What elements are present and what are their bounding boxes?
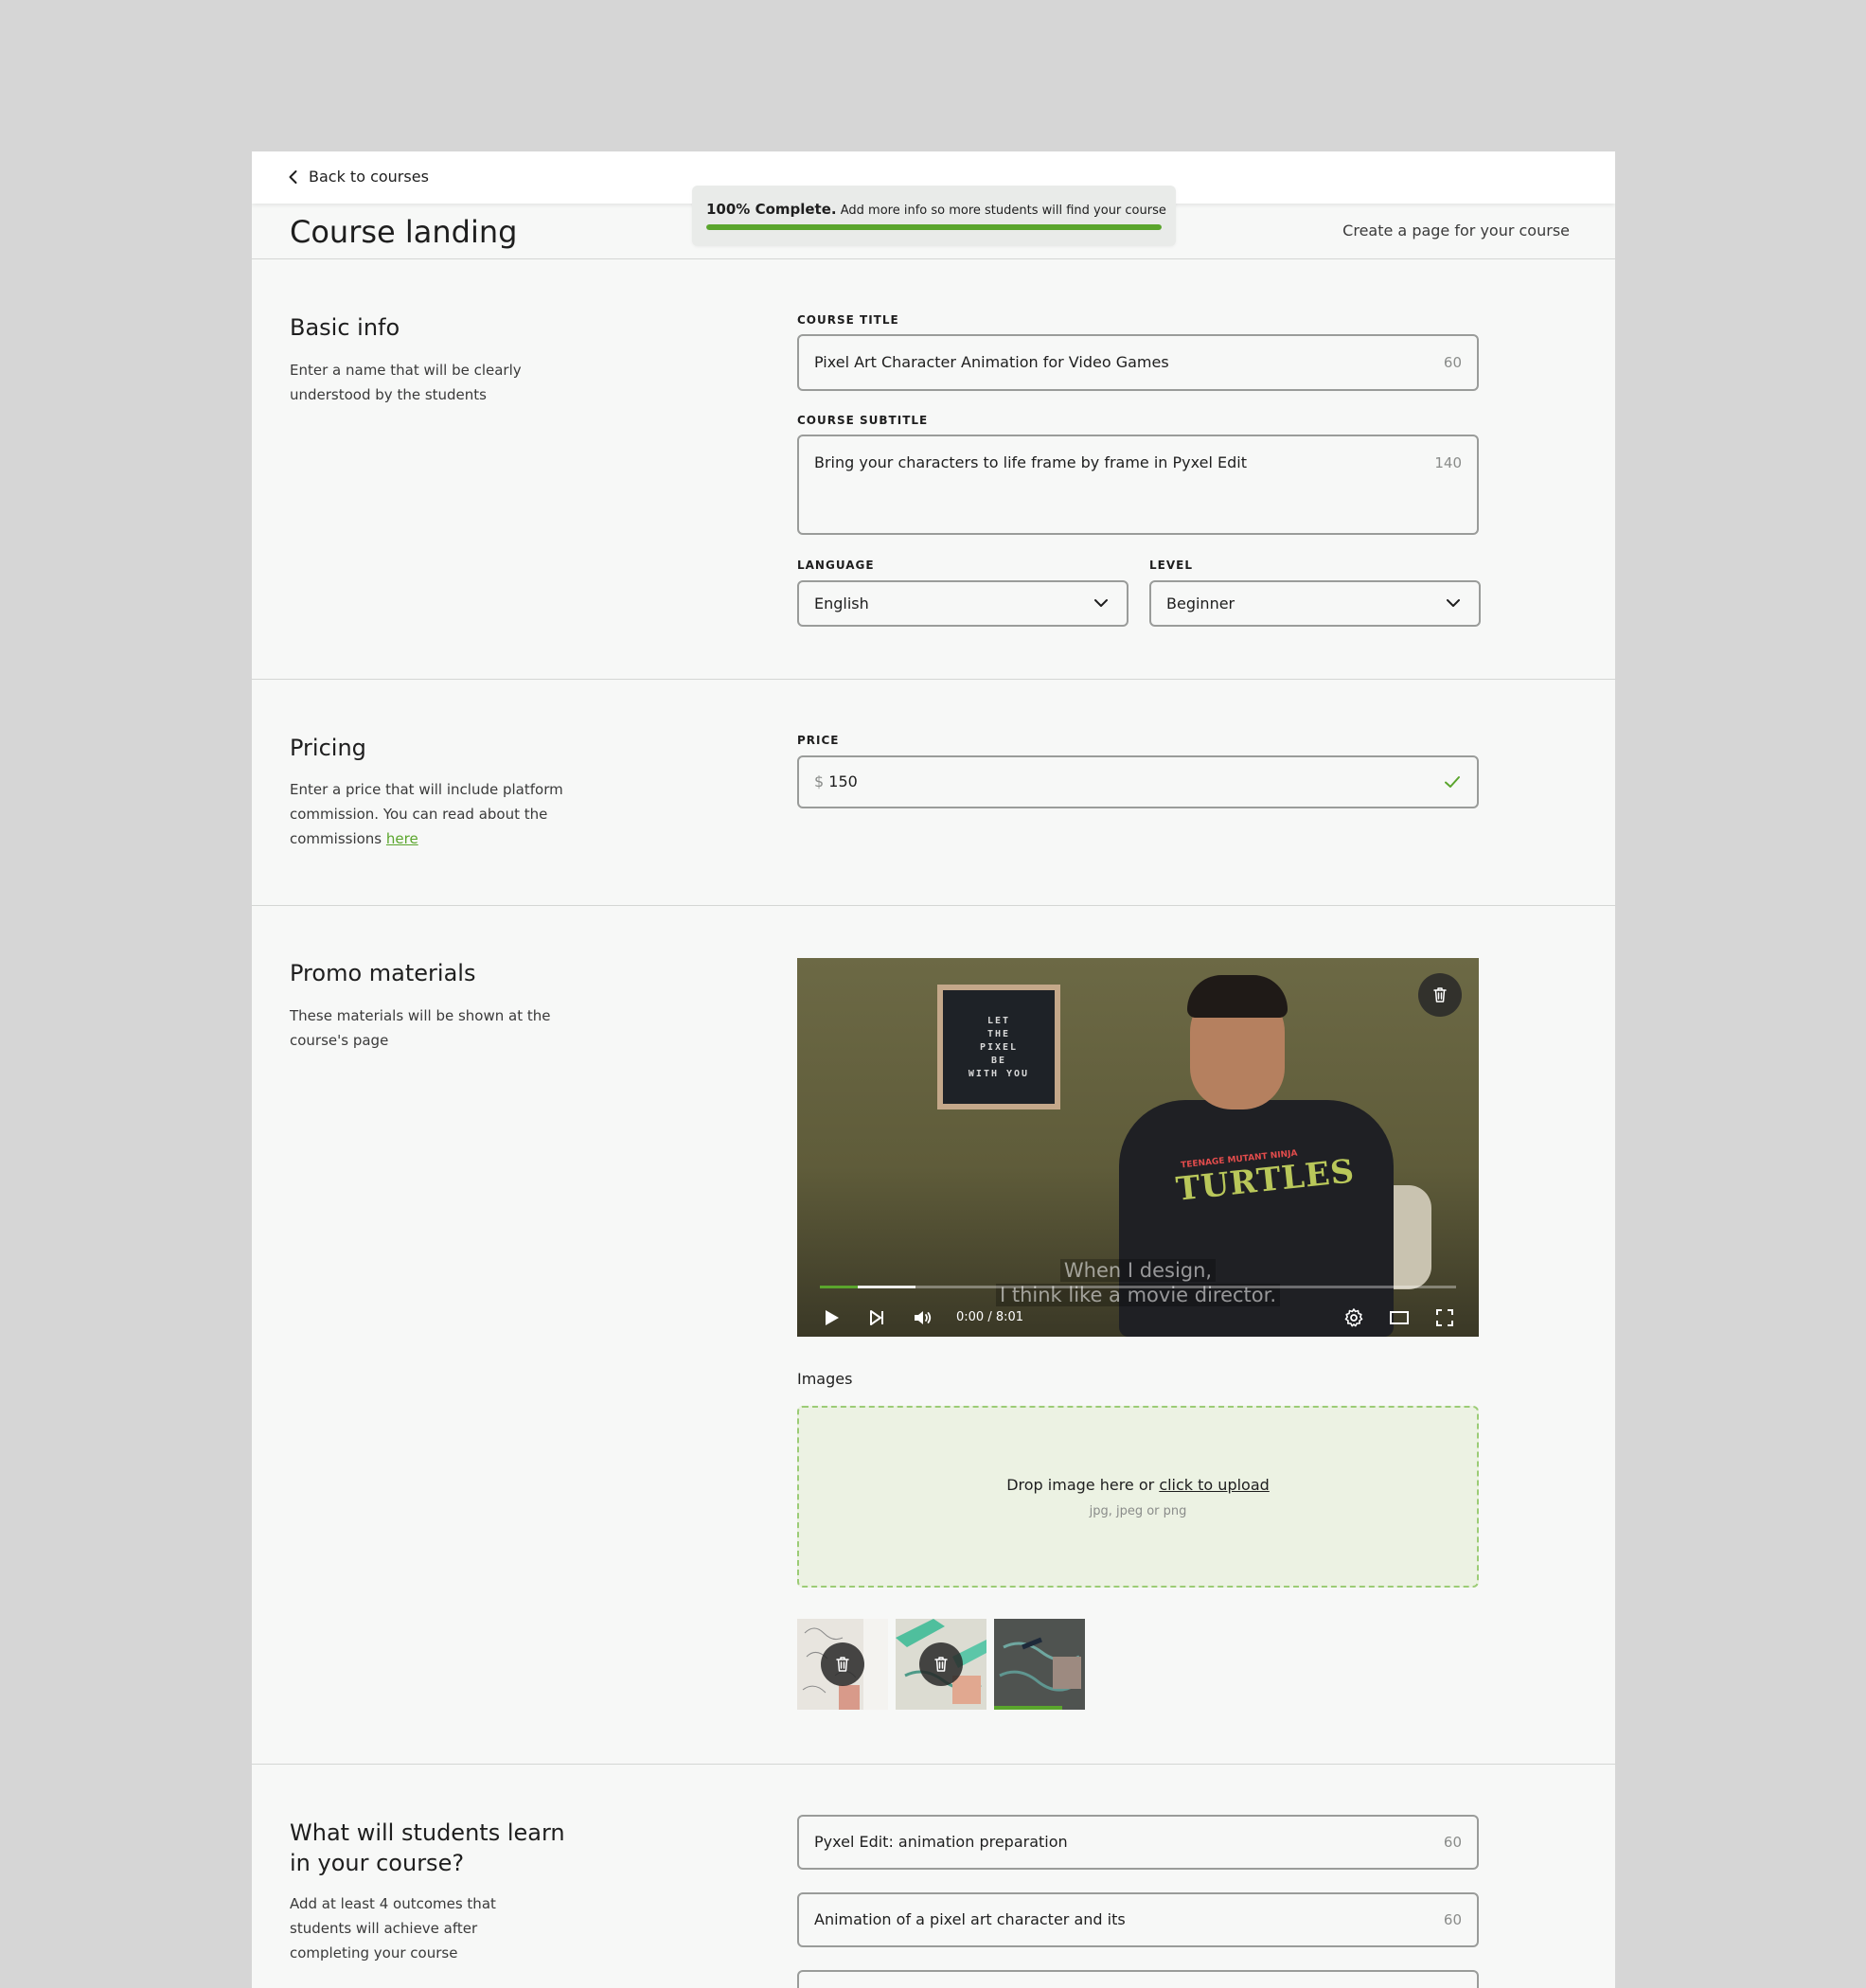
outcome-input-empty[interactable] (797, 1970, 1479, 1988)
board-line: THE (986, 1028, 1011, 1039)
course-title-value: Pixel Art Character Animation for Video … (814, 353, 1169, 371)
price-input[interactable]: $ 150 (797, 755, 1479, 808)
page-title: Course landing (290, 214, 518, 250)
progress-text: 100% Complete. Add more info so more stu… (706, 201, 1166, 218)
play-button[interactable] (820, 1306, 843, 1329)
play-icon (826, 1310, 839, 1325)
delete-video-button[interactable] (1418, 973, 1462, 1017)
course-subtitle-label: COURSE SUBTITLE (797, 414, 929, 427)
skip-next-icon (870, 1310, 883, 1325)
board-line: LET (986, 1015, 1011, 1026)
course-title-char-count: 60 (1443, 354, 1462, 371)
volume-button[interactable] (911, 1306, 933, 1329)
pricing-description-text: Enter a price that will include platform… (290, 781, 563, 847)
video-caption-line-1: When I design, (797, 1259, 1479, 1282)
drop-text: Drop image here or click to upload (799, 1476, 1477, 1494)
presenter-hair (1187, 975, 1288, 1018)
basic-info-title: Basic info (290, 314, 400, 341)
delete-image-button[interactable] (821, 1642, 864, 1686)
completion-progress-card: 100% Complete. Add more info so more stu… (692, 186, 1176, 246)
section-divider (252, 905, 1615, 906)
check-icon (1445, 776, 1460, 788)
letter-board: LET THE PIXEL BE WITH YOU (937, 985, 1060, 1109)
price-field-content: $ 150 (814, 772, 858, 790)
chevron-down-icon (1094, 599, 1108, 607)
course-subtitle-textarea[interactable]: Bring your characters to life frame by f… (797, 435, 1479, 535)
page-subtitle: Create a page for your course (1342, 222, 1570, 240)
level-value: Beginner (1166, 595, 1235, 612)
progress-bar (706, 224, 1162, 230)
video-time: 0:00 / 8:01 (956, 1310, 1024, 1324)
promo-video-player[interactable]: LET THE PIXEL BE WITH YOU TEENAGE MUTANT… (797, 958, 1479, 1337)
upload-progress-bar (994, 1706, 1062, 1710)
pricing-title: Pricing (290, 735, 366, 761)
video-played-fill (820, 1286, 859, 1288)
pricing-description: Enter a price that will include platform… (290, 777, 564, 851)
promo-description: These materials will be shown at the cou… (290, 1007, 551, 1049)
currency-symbol: $ (814, 772, 825, 790)
course-subtitle-char-count: 140 (1434, 454, 1462, 471)
outcome-value: Pyxel Edit: animation preparation (814, 1833, 1068, 1851)
theater-mode-button[interactable] (1388, 1306, 1411, 1329)
language-label: LANGUAGE (797, 559, 875, 572)
delete-image-button[interactable] (919, 1642, 963, 1686)
drawing-thumbnail-image (994, 1619, 1085, 1710)
level-select[interactable]: Beginner (1149, 580, 1481, 627)
outcomes-description: Add at least 4 outcomes that students wi… (290, 1895, 496, 1961)
outcome-char-count: 60 (1443, 1834, 1462, 1851)
price-value: 150 (828, 772, 858, 790)
outcome-char-count: 60 (1443, 1911, 1462, 1928)
video-progress-bar[interactable] (820, 1286, 1456, 1288)
theater-mode-icon (1390, 1311, 1409, 1324)
images-label: Images (797, 1370, 853, 1388)
course-title-label: COURSE TITLE (797, 313, 899, 327)
back-to-courses-link[interactable]: Back to courses (286, 168, 429, 186)
image-thumbnail[interactable] (896, 1619, 986, 1710)
drop-instruction: Drop image here or (1006, 1476, 1155, 1494)
board-line: WITH YOU (968, 1068, 1030, 1079)
back-label: Back to courses (309, 168, 429, 186)
board-line: PIXEL (979, 1041, 1019, 1053)
trash-icon (1433, 987, 1447, 1003)
outcome-value: Animation of a pixel art character and i… (814, 1910, 1126, 1928)
outcome-input[interactable]: Animation of a pixel art character and i… (797, 1892, 1479, 1947)
image-dropzone[interactable]: Drop image here or click to upload jpg, … (797, 1406, 1479, 1588)
chevron-down-icon (1447, 599, 1460, 607)
section-divider (252, 1764, 1615, 1765)
section-divider (252, 679, 1615, 680)
fullscreen-icon (1436, 1309, 1453, 1326)
outcomes-title: What will students learn in your course? (290, 1819, 565, 1876)
progress-title: 100% Complete. (706, 201, 837, 218)
basic-info-description: Enter a name that will be clearly unders… (290, 362, 522, 403)
trash-icon (934, 1657, 948, 1672)
course-landing-page: Back to courses Course landing Create a … (252, 151, 1615, 1988)
caption-text: When I design, (1059, 1259, 1217, 1282)
outcome-input[interactable]: Pyxel Edit: animation preparation 60 (797, 1815, 1479, 1870)
language-select[interactable]: English (797, 580, 1128, 627)
price-label: PRICE (797, 734, 840, 747)
image-thumbnail[interactable] (797, 1619, 888, 1710)
letter-board-text: LET THE PIXEL BE WITH YOU (943, 990, 1055, 1104)
board-line: BE (990, 1055, 1007, 1066)
commissions-link[interactable]: here (386, 830, 418, 847)
drop-formats: jpg, jpeg or png (1089, 1504, 1187, 1518)
image-thumbnail-uploading[interactable] (994, 1619, 1085, 1710)
course-title-input[interactable]: Pixel Art Character Animation for Video … (797, 334, 1479, 391)
language-value: English (814, 595, 869, 612)
progress-bar-fill (706, 224, 1162, 230)
level-label: LEVEL (1149, 559, 1193, 572)
settings-button[interactable] (1342, 1306, 1365, 1329)
next-button[interactable] (865, 1306, 888, 1329)
volume-icon (915, 1311, 932, 1324)
promo-title: Promo materials (290, 960, 476, 986)
chevron-left-icon (289, 169, 297, 184)
gear-icon (1344, 1308, 1363, 1327)
progress-message: Add more info so more students will find… (840, 204, 1166, 218)
header-divider (252, 258, 1615, 259)
trash-icon (836, 1657, 849, 1672)
fullscreen-button[interactable] (1433, 1306, 1456, 1329)
click-to-upload-link[interactable]: click to upload (1159, 1476, 1269, 1494)
course-subtitle-value: Bring your characters to life frame by f… (814, 453, 1247, 471)
